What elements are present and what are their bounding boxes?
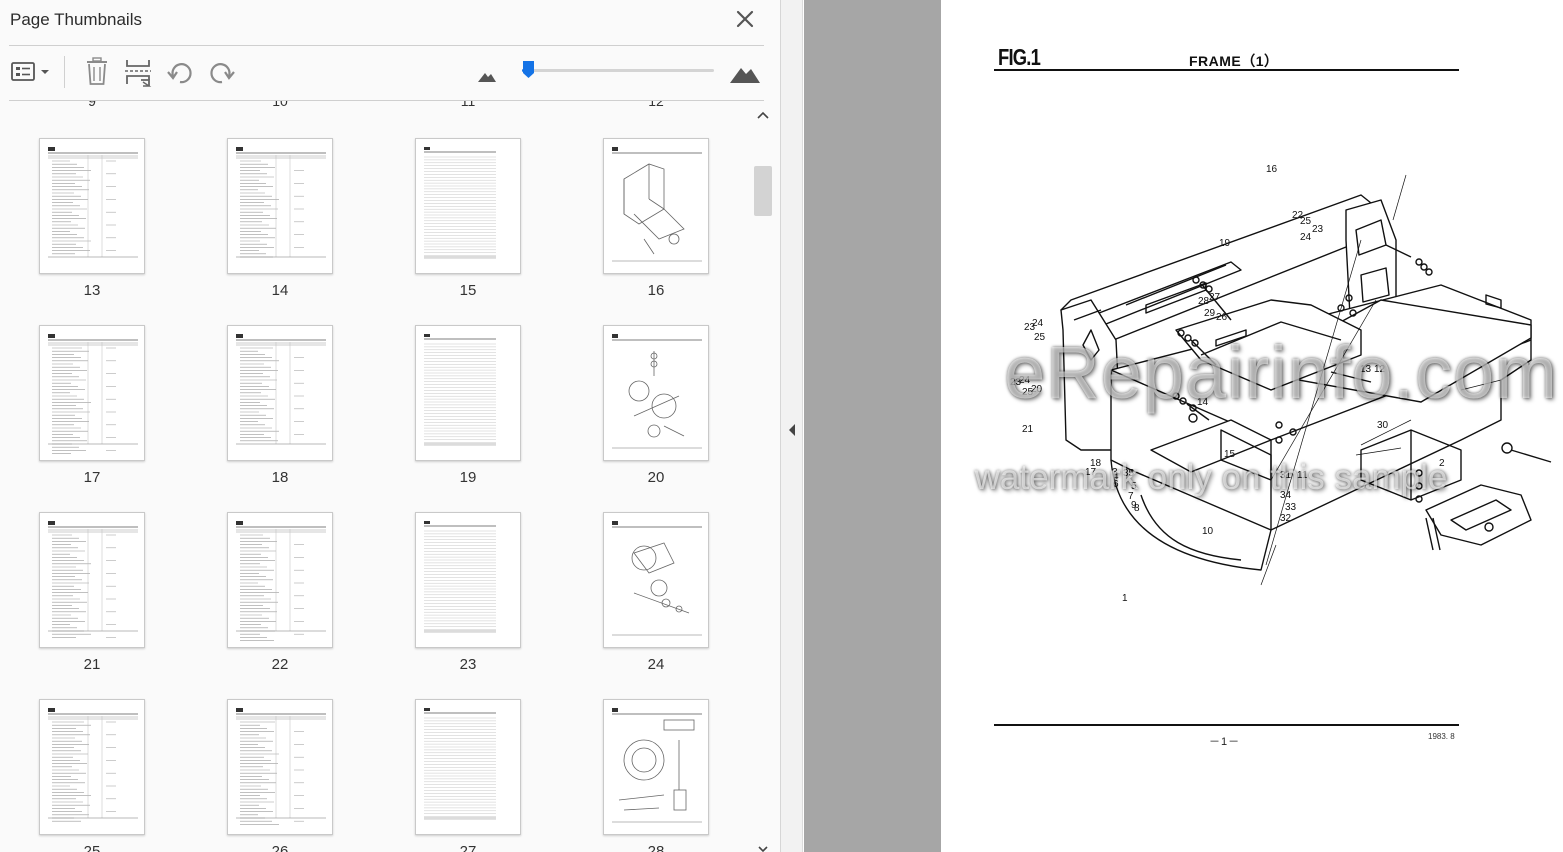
part-callout-number: 31 — [1280, 470, 1292, 481]
part-callout-number: 33 — [1285, 502, 1297, 513]
partial-row-labels: 9 10 11 12 — [0, 101, 752, 109]
part-callout-number: 20 — [1031, 384, 1043, 395]
rotate-counterclockwise-icon[interactable] — [163, 56, 197, 88]
part-callout-number: 24 — [1300, 232, 1312, 243]
thumbnail-label: 27 — [459, 843, 477, 852]
thumbnail-label: 15 — [459, 282, 477, 299]
thumbnail-toolbar — [0, 46, 780, 100]
thumbnail-label-partial: 12 — [648, 101, 664, 109]
part-callout-number: 28 — [1198, 296, 1210, 307]
page-thumbnail[interactable] — [415, 325, 521, 461]
page-thumbnail[interactable] — [227, 699, 333, 835]
part-callout-number: 11 — [1297, 470, 1308, 481]
panel-header: Page Thumbnails — [0, 0, 780, 46]
toolbar-separator — [64, 56, 65, 88]
part-callout-number: 27 — [1209, 292, 1221, 303]
close-icon[interactable] — [732, 6, 758, 32]
part-callout-number: 19 — [1219, 238, 1231, 249]
insert-pages-icon[interactable] — [121, 56, 155, 88]
part-callout-number: 4 — [1113, 471, 1119, 482]
part-callout-number: 24 — [1032, 318, 1044, 329]
thumbnail-label: 14 — [271, 282, 289, 299]
thumbnail-label-partial: 10 — [272, 101, 288, 109]
rotate-clockwise-icon[interactable] — [205, 56, 239, 88]
part-callout-number: 14 — [1197, 397, 1209, 408]
frame-exploded-drawing: 16222523241928 2729 26232425232425202113 12… — [1010, 164, 1552, 604]
thumbnail-size-slider[interactable] — [522, 61, 714, 78]
thumbnail-label: 28 — [647, 843, 665, 852]
page-thumbnail[interactable] — [39, 699, 145, 835]
slider-thumb[interactable] — [522, 60, 535, 79]
part-callout-number: 24 — [1019, 375, 1031, 386]
page-thumbnail[interactable] — [227, 325, 333, 461]
large-mountain-icon[interactable] — [727, 56, 763, 88]
page-thumbnail[interactable] — [603, 138, 709, 274]
page-thumbnail[interactable] — [415, 138, 521, 274]
page-date: 1983. 8 — [1428, 732, 1455, 741]
part-callout-number: 35 — [1123, 468, 1135, 479]
document-view[interactable]: FIG.1 FRAME（1） 16 22 25 23 24 19 28 27 2… — [804, 0, 1563, 852]
thumbnail-label: 26 — [271, 843, 289, 852]
thumbnail-label: 22 — [271, 656, 289, 673]
part-callout-number: 13 — [1360, 364, 1372, 375]
small-mountain-icon[interactable] — [470, 56, 504, 88]
part-callout-number: 15 — [1224, 449, 1236, 460]
thumbnail-label: 13 — [83, 282, 101, 299]
thumbnail-label: 16 — [647, 282, 665, 299]
collapse-panel-arrow-icon[interactable] — [787, 423, 797, 437]
part-callout-number: 9 — [1131, 500, 1137, 511]
scroll-up-chevron-icon[interactable] — [754, 107, 772, 125]
page-thumbnail[interactable] — [415, 512, 521, 648]
panel-splitter[interactable] — [781, 0, 803, 852]
pdf-viewer-app: Page Thumbnails 9 10 11 12 13 14 15 16 1… — [0, 0, 1563, 852]
document-page: FIG.1 FRAME（1） 16 22 25 23 24 19 28 27 2… — [941, 0, 1563, 852]
footer-rule — [994, 724, 1459, 726]
thumbnail-label: 24 — [647, 656, 665, 673]
panel-title: Page Thumbnails — [10, 10, 142, 29]
page-thumbnail[interactable] — [415, 699, 521, 835]
thumbnail-label: 19 — [459, 469, 477, 486]
part-callout-number: 1 — [1122, 593, 1128, 604]
part-callout-number: 30 — [1377, 420, 1389, 431]
page-thumbnail[interactable] — [39, 138, 145, 274]
part-callout-number: 32 — [1280, 513, 1292, 524]
thumbnail-scrollbar[interactable] — [752, 101, 774, 852]
page-thumbnail[interactable] — [227, 138, 333, 274]
thumbnail-label: 20 — [647, 469, 665, 486]
part-callout-number: 2 — [1439, 458, 1445, 469]
thumbnail-grid: 9 10 11 12 13 14 15 16 17 18 19 20 21 22 23 24 25 26 27 28 — [0, 101, 752, 852]
page-thumbnail[interactable] — [603, 512, 709, 648]
part-callout-number: 26 — [1216, 312, 1228, 323]
thumbnail-options-icon[interactable] — [8, 56, 54, 88]
part-callout-number: 16 — [1266, 164, 1278, 175]
part-callout-number: 23 — [1312, 224, 1324, 235]
thumbnail-label-partial: 9 — [88, 101, 96, 109]
thumbnail-label: 25 — [83, 843, 101, 852]
page-thumbnail[interactable] — [227, 512, 333, 648]
part-callout-number: 17 — [1085, 467, 1097, 478]
part-callout-number: 10 — [1202, 526, 1214, 537]
page-thumbnail[interactable] — [39, 325, 145, 461]
scroll-down-chevron-icon[interactable] — [754, 841, 772, 852]
part-callout-number: 21 — [1022, 424, 1034, 435]
page-thumbnail[interactable] — [603, 699, 709, 835]
part-callout-number: 34 — [1280, 490, 1292, 501]
part-callout-number: 25 — [1034, 332, 1046, 343]
thumbnail-label: 23 — [459, 656, 477, 673]
thumbnail-label: 17 — [83, 469, 101, 486]
scroll-thumb[interactable] — [754, 166, 772, 216]
thumbnail-label: 21 — [83, 656, 101, 673]
page-thumbnail[interactable] — [39, 512, 145, 648]
page-number: －1－ — [1209, 736, 1241, 748]
part-callout-number: 12 — [1374, 364, 1386, 375]
trash-icon[interactable] — [80, 56, 114, 88]
part-callout-number: 25 — [1300, 216, 1312, 227]
thumbnail-label-partial: 11 — [460, 101, 476, 109]
part-callout-number: 29 — [1204, 308, 1216, 319]
thumbnail-label: 18 — [271, 469, 289, 486]
page-thumbnail[interactable] — [603, 325, 709, 461]
page-thumbnails-panel: Page Thumbnails 9 10 11 12 13 14 15 16 1… — [0, 0, 781, 852]
